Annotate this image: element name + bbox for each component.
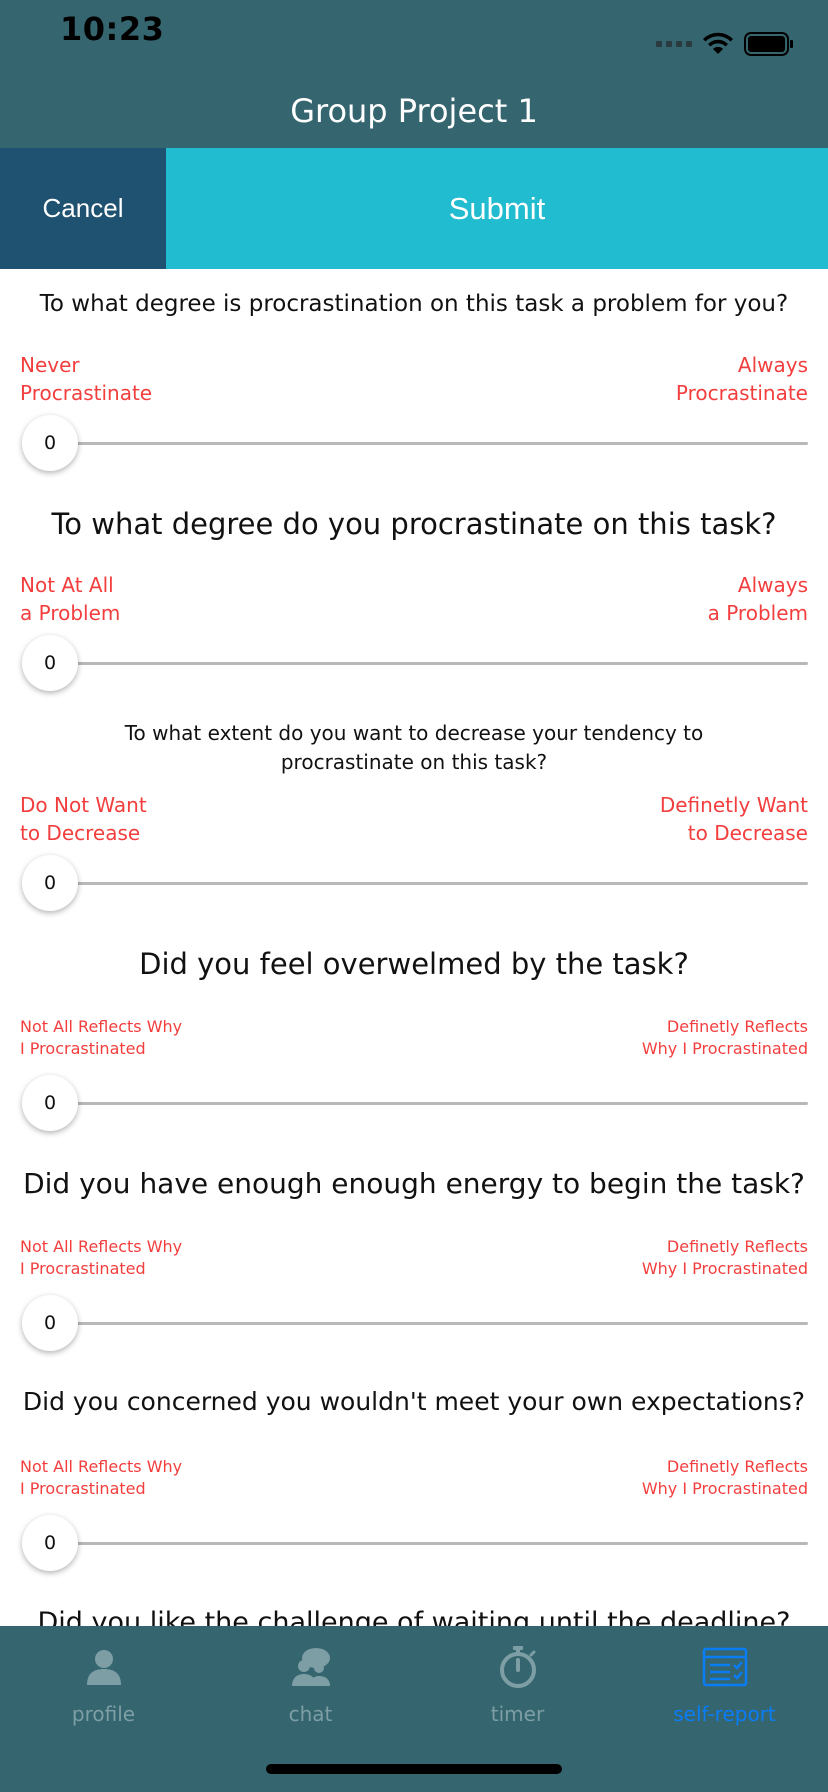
action-bar: Cancel Submit	[0, 148, 828, 269]
wifi-icon	[702, 32, 734, 56]
status-icons	[656, 32, 794, 56]
question-text: To what extent do you want to decrease y…	[124, 721, 704, 774]
scale-min-label: Never Procrastinate	[20, 353, 153, 405]
scale-min-label: Not All Reflects Why I Procrastinated	[20, 1457, 183, 1499]
scale-max-label: Always Procrastinate	[675, 353, 808, 405]
tab-label: profile	[71, 1702, 136, 1726]
questionnaire: To what degree is procrastination on thi…	[0, 269, 828, 1626]
chat-people-icon	[288, 1644, 334, 1690]
rating-slider[interactable]: 0	[20, 633, 808, 693]
question-text: Did you concerned you wouldn't meet your…	[22, 1387, 806, 1416]
question-text: To what degree do you procrastinate on t…	[51, 507, 777, 541]
slider-track	[28, 1322, 808, 1325]
slider-track	[28, 882, 808, 885]
scale-max-label: Definetly Reflects Why I Procrastinated	[641, 1457, 808, 1499]
home-indicator[interactable]	[266, 1764, 562, 1774]
slider-track	[28, 442, 808, 445]
slider-thumb[interactable]: 0	[22, 415, 78, 471]
rating-slider[interactable]: 0	[20, 1293, 808, 1353]
question-text: Did you have enough enough energy to beg…	[23, 1167, 805, 1200]
page-title: Group Project 1	[290, 92, 538, 130]
cellular-signal-icon	[656, 41, 692, 47]
question-text: Did you like the challenge of waiting un…	[37, 1607, 791, 1626]
scale-min-label: Not At All a Problem	[20, 573, 121, 625]
rating-slider[interactable]: 0	[20, 1073, 808, 1133]
question-text: Did you feel overwelmed by the task?	[139, 947, 689, 981]
scale-max-label: Definetly Reflects Why I Procrastinated	[641, 1017, 808, 1059]
scale-min-label: Not All Reflects Why I Procrastinated	[20, 1017, 183, 1059]
person-icon	[84, 1644, 124, 1690]
slider-thumb[interactable]: 0	[22, 1075, 78, 1131]
slider-track	[28, 1542, 808, 1545]
rating-slider[interactable]: 0	[20, 853, 808, 913]
tab-label: self-report	[673, 1702, 776, 1726]
stopwatch-icon	[497, 1644, 539, 1690]
scale-min-label: Not All Reflects Why I Procrastinated	[20, 1237, 183, 1279]
question-text: To what degree is procrastination on thi…	[39, 291, 789, 317]
scale-max-label: Definetly Want to Decrease	[659, 793, 808, 845]
tab-profile[interactable]: profile	[0, 1626, 207, 1792]
rating-slider[interactable]: 0	[20, 413, 808, 473]
submit-button[interactable]: Submit	[166, 148, 828, 269]
battery-icon	[744, 32, 794, 56]
navigation-header: 10:23 Group Project 1	[0, 0, 828, 148]
tab-self-report[interactable]: self-report	[621, 1626, 828, 1792]
tab-label: timer	[490, 1702, 545, 1726]
slider-track	[28, 1102, 808, 1105]
cancel-button[interactable]: Cancel	[0, 148, 166, 269]
slider-thumb[interactable]: 0	[22, 635, 78, 691]
scale-max-label: Definetly Reflects Why I Procrastinated	[641, 1237, 808, 1279]
report-list-icon	[702, 1644, 748, 1690]
slider-thumb[interactable]: 0	[22, 855, 78, 911]
scale-min-label: Do Not Want to Decrease	[20, 793, 147, 845]
tab-label: chat	[288, 1702, 333, 1726]
rating-slider[interactable]: 0	[20, 1513, 808, 1573]
slider-track	[28, 662, 808, 665]
slider-thumb[interactable]: 0	[22, 1515, 78, 1571]
slider-thumb[interactable]: 0	[22, 1295, 78, 1351]
status-time: 10:23	[60, 10, 165, 48]
scale-max-label: Always a Problem	[707, 573, 808, 625]
